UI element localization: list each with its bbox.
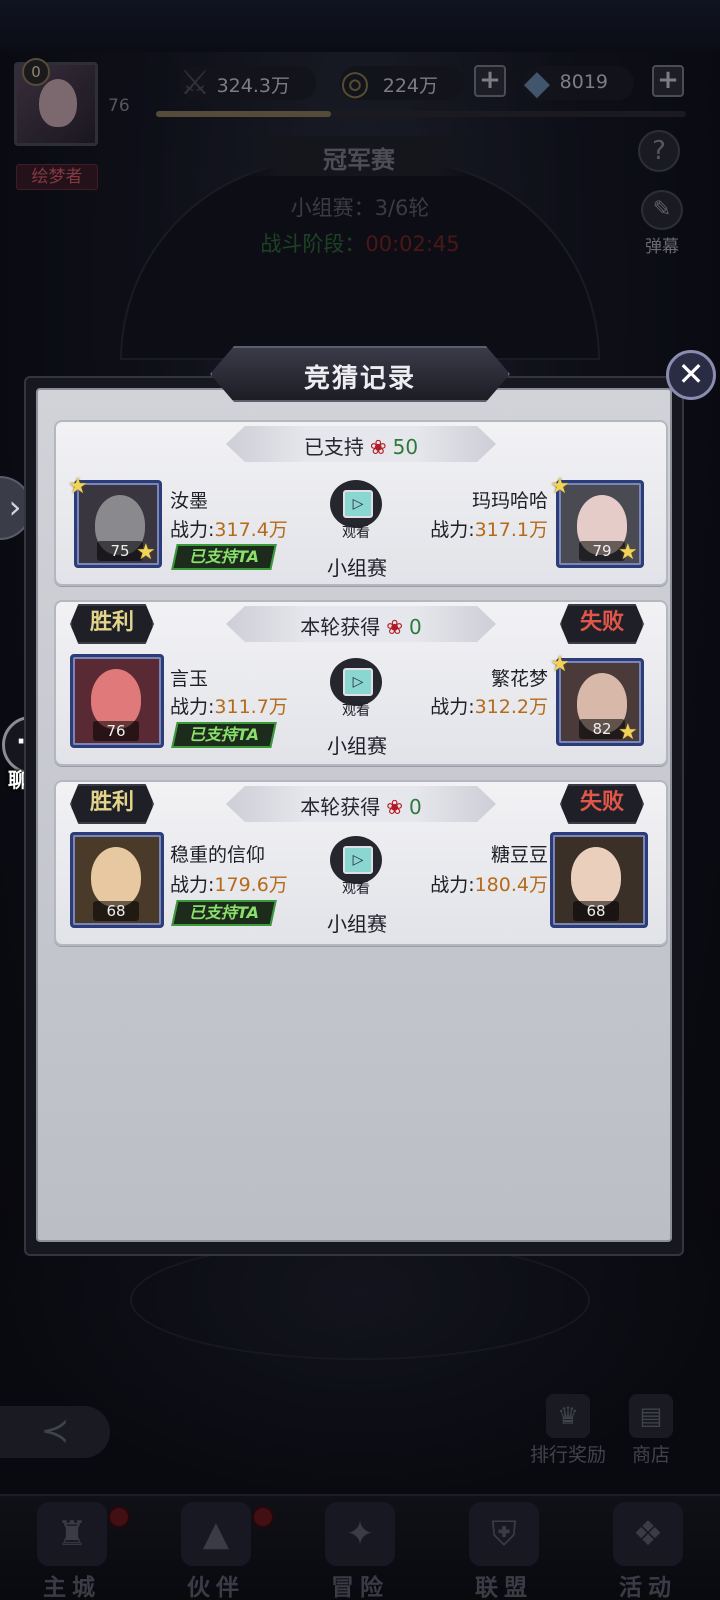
rose-icon: ❀ <box>386 795 404 819</box>
portrait-face <box>571 847 621 907</box>
right-player-name: 糖豆豆 <box>490 844 548 866</box>
banner-label: 已支持 <box>303 435 364 459</box>
star-icon: ★ <box>550 474 570 499</box>
match-type: 小组赛 <box>327 734 387 758</box>
portrait-face <box>91 669 141 729</box>
play-video-icon <box>330 658 382 706</box>
star-icon: ★ <box>618 540 638 565</box>
right-player-power: 战力:317.1万 <box>430 515 548 542</box>
left-player-portrait[interactable]: 76 <box>70 654 164 748</box>
power-value: 180.4万 <box>474 874 548 896</box>
supported-tag: 已支持TA <box>171 722 277 748</box>
modal-title: 竞猜记录 <box>303 364 416 394</box>
rose-icon: ❀ <box>386 615 404 639</box>
left-player-name: 稳重的信仰 <box>170 844 266 866</box>
banner-value: 50 <box>392 435 419 459</box>
right-player-name: 繁花梦 <box>490 668 548 690</box>
portrait-level: 68 <box>93 901 139 921</box>
win-badge: 胜利 <box>70 604 154 644</box>
watch-label: 观看 <box>342 703 370 719</box>
supported-tag: 已支持TA <box>171 544 277 570</box>
portrait-level: 68 <box>573 901 619 921</box>
banner-label: 本轮获得 <box>300 795 381 819</box>
record-card: 已支持❀50 75 ★ ★ 汝墨 战力:317.4万 已支持TA 观看 小组赛 … <box>54 420 668 586</box>
power-label: 战力: <box>430 519 475 541</box>
left-player-portrait[interactable]: 68 <box>70 832 164 928</box>
banner-value: 0 <box>409 795 422 819</box>
watch-label: 观看 <box>342 525 370 541</box>
play-video-icon <box>330 836 382 884</box>
power-label: 战力: <box>170 519 215 541</box>
power-label: 战力: <box>170 874 215 896</box>
left-player-power: 战力:317.4万 <box>170 515 288 542</box>
supported-tag: 已支持TA <box>171 900 277 926</box>
banner-text: 本轮获得 ❀ 0 <box>226 791 496 820</box>
left-player-name: 言玉 <box>170 668 209 690</box>
right-player-name: 玛玛哈哈 <box>471 490 548 512</box>
banner-value: 0 <box>409 615 422 639</box>
portrait-level: 76 <box>93 721 139 741</box>
right-player-power: 战力:180.4万 <box>430 870 548 897</box>
supported-tag-label: 已支持TA <box>188 725 260 744</box>
close-button[interactable]: ✕ <box>666 350 716 400</box>
power-value: 312.2万 <box>474 696 548 718</box>
lose-badge: 失败 <box>560 784 644 824</box>
supported-tag-label: 已支持TA <box>188 547 260 566</box>
power-label: 战力: <box>430 696 475 718</box>
power-label: 战力: <box>170 696 215 718</box>
win-badge: 胜利 <box>70 784 154 824</box>
left-player-power: 战力:179.6万 <box>170 870 288 897</box>
banner-text: 已支持 ❀ 50 <box>226 431 496 460</box>
right-player-portrait[interactable]: 68 <box>550 832 648 928</box>
power-value: 317.4万 <box>214 519 288 541</box>
lose-badge: 失败 <box>560 604 644 644</box>
banner-text: 本轮获得 ❀ 0 <box>226 611 496 640</box>
star-icon: ★ <box>550 652 570 677</box>
supported-tag-label: 已支持TA <box>188 903 260 922</box>
star-icon: ★ <box>136 540 156 565</box>
watch-button[interactable]: 观看 <box>328 836 384 902</box>
watch-button[interactable]: 观看 <box>328 658 384 724</box>
match-type: 小组赛 <box>327 912 387 936</box>
power-value: 311.7万 <box>214 696 288 718</box>
power-value: 179.6万 <box>214 874 288 896</box>
banner-label: 本轮获得 <box>300 615 381 639</box>
star-icon: ★ <box>68 474 88 499</box>
portrait-face <box>91 847 141 907</box>
watch-label: 观看 <box>342 881 370 897</box>
watch-button[interactable]: 观看 <box>328 480 384 546</box>
play-video-icon <box>330 480 382 528</box>
power-value: 317.1万 <box>474 519 548 541</box>
rose-icon: ❀ <box>369 435 387 459</box>
match-type: 小组赛 <box>327 556 387 580</box>
left-player-power: 战力:311.7万 <box>170 692 288 719</box>
right-player-power: 战力:312.2万 <box>430 692 548 719</box>
star-icon: ★ <box>618 720 638 745</box>
left-player-name: 汝墨 <box>170 490 209 512</box>
power-label: 战力: <box>430 874 475 896</box>
